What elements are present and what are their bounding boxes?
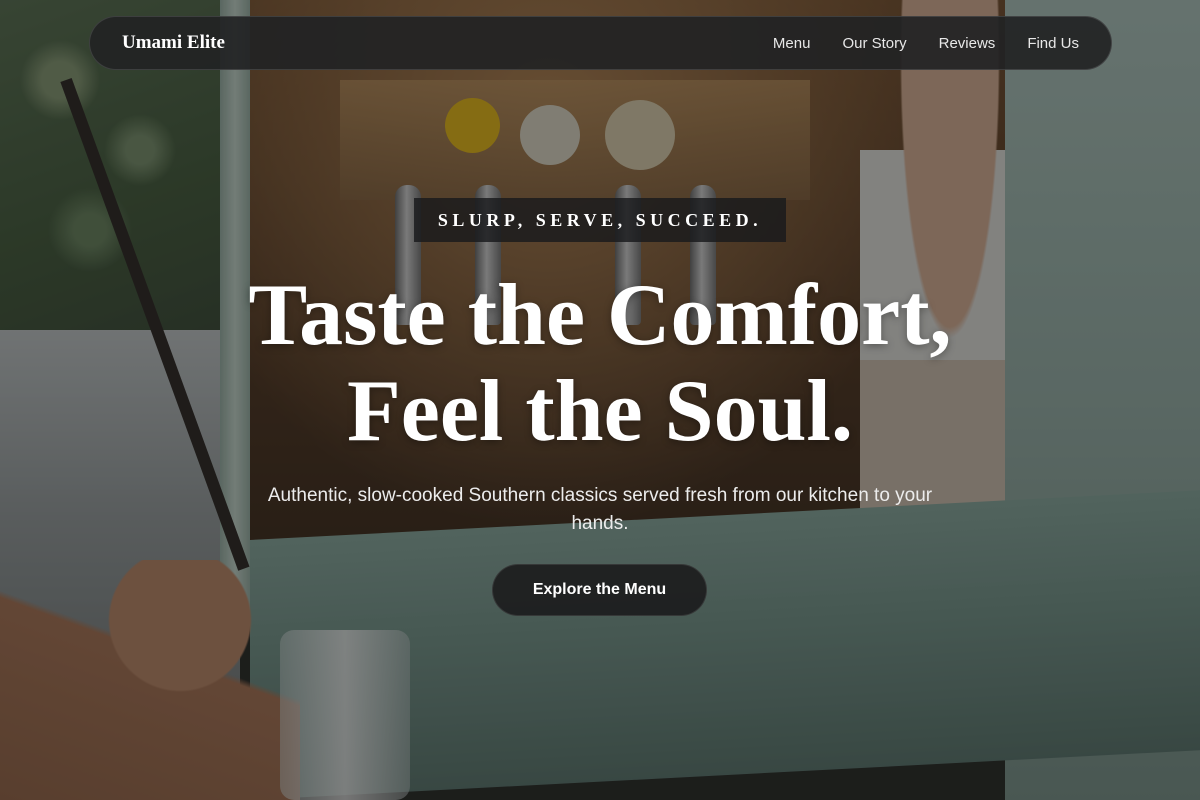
nav-links: Menu Our Story Reviews Find Us [741,35,1079,52]
hero-headline: Taste the Comfort, Feel the Soul. [100,268,1100,460]
hero-tagline: SLURP, SERVE, SUCCEED. [414,198,786,242]
hero-subtitle: Authentic, slow-cooked Southern classics… [267,485,933,534]
brand-logo[interactable]: Umami Elite [122,32,225,54]
hero-headline-line1: Taste the Comfort, [248,267,952,364]
nav-link-reviews[interactable]: Reviews [939,35,996,52]
top-navbar: Umami Elite Menu Our Story Reviews Find … [89,16,1112,70]
nav-link-our-story[interactable]: Our Story [842,35,906,52]
nav-link-find-us[interactable]: Find Us [1027,35,1079,52]
explore-menu-button[interactable]: Explore the Menu [492,564,707,616]
hero-headline-line2: Feel the Soul. [347,363,853,460]
nav-link-menu[interactable]: Menu [773,35,811,52]
